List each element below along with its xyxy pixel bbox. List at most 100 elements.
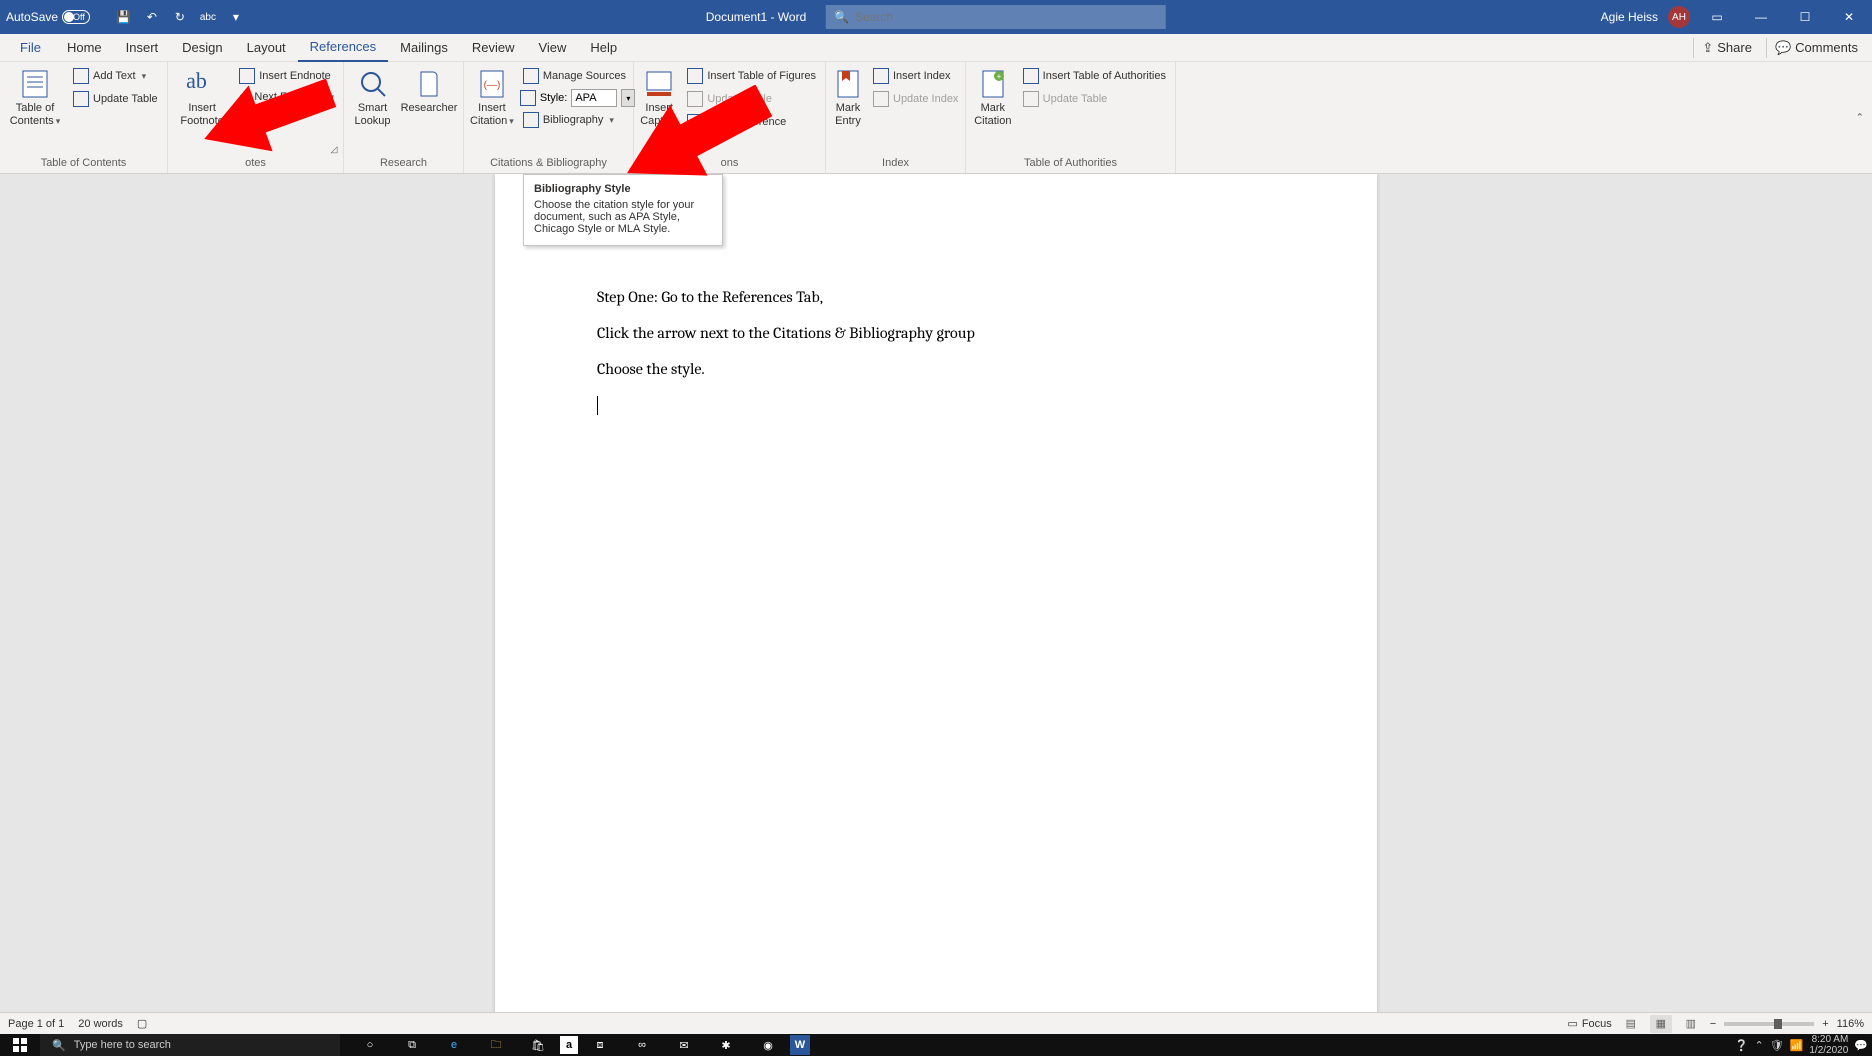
researcher-button[interactable]: Researcher <box>401 66 457 115</box>
word-icon[interactable]: W <box>790 1035 810 1055</box>
annotation-arrow-2 <box>620 85 780 195</box>
focus-mode-button[interactable]: ▭ Focus <box>1567 1017 1611 1030</box>
comments-button[interactable]: 💬 Comments <box>1766 38 1866 58</box>
security-tray-icon[interactable]: 🛡 <box>1770 1039 1784 1052</box>
taskbar-clock[interactable]: 8:20 AM 1/2/2020 <box>1809 1034 1848 1056</box>
page[interactable]: Step One: Go to the References Tab, Clic… <box>495 174 1377 1012</box>
taskbar-search[interactable]: 🔍 Type here to search <box>40 1034 340 1056</box>
share-icon: ⇪ <box>1702 40 1713 56</box>
insert-citation-button[interactable]: (—) InsertCitation <box>470 66 514 128</box>
tab-design[interactable]: Design <box>170 34 234 62</box>
insert-table-of-figures-button[interactable]: Insert Table of Figures <box>684 66 819 86</box>
qat-customize-icon[interactable]: ▾ <box>226 7 246 27</box>
search-box[interactable]: 🔍 <box>826 5 1166 29</box>
autosave-toggle[interactable]: AutoSave Off <box>6 10 106 24</box>
tab-file[interactable]: File <box>6 34 55 62</box>
task-view-icon[interactable]: ⧉ <box>392 1034 432 1056</box>
group-label-research: Research <box>350 155 457 173</box>
close-icon[interactable]: ✕ <box>1832 0 1866 34</box>
status-spell-icon[interactable]: ▢ <box>137 1017 147 1030</box>
explorer-icon[interactable]: 🗀 <box>476 1034 516 1056</box>
undo-icon[interactable]: ↶ <box>142 7 162 27</box>
zoom-out-button[interactable]: − <box>1710 1018 1716 1030</box>
update-table-button[interactable]: Update Table <box>70 89 161 109</box>
tooltip-body: Choose the citation style for your docum… <box>534 199 712 235</box>
notifications-tray-icon[interactable]: 💬 <box>1854 1039 1868 1052</box>
search-input[interactable] <box>855 10 1158 24</box>
smart-lookup-button[interactable]: SmartLookup <box>350 66 395 128</box>
style-icon <box>520 90 536 106</box>
chrome-icon[interactable]: ◉ <box>748 1034 788 1056</box>
save-icon[interactable]: 💾 <box>114 7 134 27</box>
maximize-icon[interactable]: ☐ <box>1788 0 1822 34</box>
slack-icon[interactable]: ✱ <box>706 1034 746 1056</box>
zoom-slider[interactable] <box>1724 1022 1814 1026</box>
status-page[interactable]: Page 1 of 1 <box>8 1018 64 1030</box>
wifi-tray-icon[interactable]: 📶 <box>1790 1039 1804 1052</box>
autosave-label: AutoSave <box>6 10 58 24</box>
store-icon[interactable]: 🛍 <box>518 1034 558 1056</box>
read-mode-icon[interactable]: ▤ <box>1620 1015 1642 1033</box>
researcher-icon <box>413 68 445 100</box>
windows-taskbar: 🔍 Type here to search ○ ⧉ e 🗀 🛍 a ⧈ ∞ ✉ … <box>0 1034 1872 1056</box>
mark-entry-button[interactable]: MarkEntry <box>832 66 864 128</box>
update-table-icon <box>73 91 89 107</box>
ribbon-tabs: File Home Insert Design Layout Reference… <box>0 34 1872 62</box>
collapse-ribbon-button[interactable]: ⌃ <box>1856 112 1864 123</box>
insert-index-button[interactable]: Insert Index <box>870 66 961 86</box>
window-title: Document1 - Word <box>706 10 806 24</box>
document-canvas[interactable]: Step One: Go to the References Tab, Clic… <box>0 174 1872 1012</box>
insert-toa-button[interactable]: Insert Table of Authorities <box>1020 66 1169 86</box>
table-of-contents-button[interactable]: Table ofContents <box>6 66 64 128</box>
amazon-icon[interactable]: a <box>560 1036 578 1054</box>
minimize-icon[interactable]: — <box>1744 0 1778 34</box>
group-citations: (—) InsertCitation Manage Sources Style:… <box>464 62 634 173</box>
bibliography-button[interactable]: Bibliography <box>520 110 636 130</box>
cortana-icon[interactable]: ○ <box>350 1034 390 1056</box>
autosave-state: Off <box>73 12 85 22</box>
zoom-level[interactable]: 116% <box>1837 1018 1864 1030</box>
tray-expand-icon[interactable]: ⌃ <box>1754 1039 1763 1052</box>
tab-review[interactable]: Review <box>460 34 527 62</box>
style-label: Style: <box>540 92 568 104</box>
researcher-label: Researcher <box>401 102 458 115</box>
update-toa-button: Update Table <box>1020 89 1169 109</box>
tab-help[interactable]: Help <box>578 34 629 62</box>
start-button[interactable] <box>0 1034 40 1056</box>
status-words[interactable]: 20 words <box>78 1018 123 1030</box>
dropbox-icon[interactable]: ⧈ <box>580 1034 620 1056</box>
ribbon-display-icon[interactable]: ▭ <box>1700 0 1734 34</box>
tab-view[interactable]: View <box>526 34 578 62</box>
tab-references[interactable]: References <box>298 34 388 62</box>
taskbar-search-placeholder: Type here to search <box>74 1039 171 1051</box>
redo-icon[interactable]: ↻ <box>170 7 190 27</box>
tab-layout[interactable]: Layout <box>235 34 298 62</box>
help-tray-icon[interactable]: ❔ <box>1735 1039 1749 1052</box>
infinity-app-icon[interactable]: ∞ <box>622 1034 662 1056</box>
text-cursor <box>597 396 598 415</box>
user-avatar[interactable]: AH <box>1668 6 1690 28</box>
add-text-button[interactable]: Add Text <box>70 66 161 86</box>
zoom-in-button[interactable]: + <box>1822 1018 1828 1030</box>
add-text-icon <box>73 68 89 84</box>
tab-insert[interactable]: Insert <box>114 34 171 62</box>
spell-check-icon[interactable]: abc <box>198 7 218 27</box>
edge-icon[interactable]: e <box>434 1034 474 1056</box>
mark-citation-label: MarkCitation <box>974 102 1011 128</box>
user-name[interactable]: Agie Heiss <box>1601 10 1658 24</box>
manage-sources-button[interactable]: Manage Sources <box>520 66 636 86</box>
tab-home[interactable]: Home <box>55 34 114 62</box>
mail-icon[interactable]: ✉ <box>664 1034 704 1056</box>
taskbar-date: 1/2/2020 <box>1809 1045 1848 1056</box>
taskbar-time: 8:20 AM <box>1809 1034 1848 1045</box>
titlebar-center: Document1 - Word 🔍 <box>706 5 1166 29</box>
svg-text:(—): (—) <box>484 80 501 91</box>
web-layout-icon[interactable]: ▥ <box>1680 1015 1702 1033</box>
tab-mailings[interactable]: Mailings <box>388 34 460 62</box>
print-layout-icon[interactable]: ▦ <box>1650 1015 1672 1033</box>
style-input[interactable] <box>571 89 617 107</box>
taskbar-search-icon: 🔍 <box>52 1039 66 1052</box>
tof-icon <box>687 68 703 84</box>
share-button[interactable]: ⇪ Share <box>1693 38 1760 58</box>
mark-citation-button[interactable]: + MarkCitation <box>972 66 1014 128</box>
